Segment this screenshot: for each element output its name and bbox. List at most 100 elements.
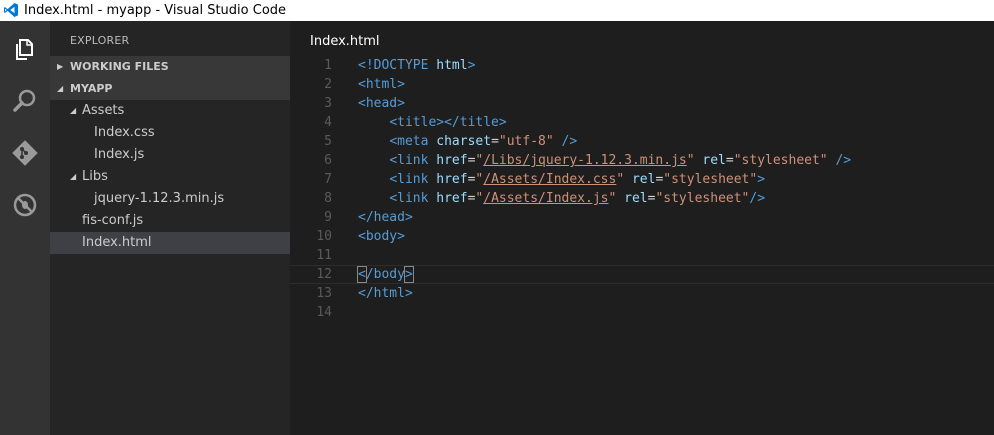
code-token: href: [436, 191, 468, 206]
line-number: 8: [324, 191, 332, 206]
code-line[interactable]: 14: [290, 303, 994, 322]
code-line[interactable]: 5 <meta charset="utf-8" />: [290, 132, 994, 151]
code-line[interactable]: 9 </head>: [290, 208, 994, 227]
code-token: <meta: [389, 134, 429, 149]
tree-folder-assets[interactable]: ◢ Assets: [50, 100, 290, 122]
code-token: "stylesheet": [663, 172, 758, 187]
code-token: "stylesheet": [655, 191, 750, 206]
code-token: rel: [702, 153, 726, 168]
vscode-logo-icon: [4, 3, 18, 17]
working-files-section[interactable]: ▶ WORKING FILES: [50, 56, 290, 78]
files-icon[interactable]: [11, 36, 39, 64]
code-token: /Assets/Index.js: [483, 191, 609, 206]
chevron-right-icon: ▶: [57, 62, 64, 71]
tree-item-label: Index.js: [94, 147, 145, 162]
code-token: <html>: [358, 77, 405, 92]
code-token: <body>: [358, 229, 405, 244]
code-token: charset: [436, 134, 492, 149]
code-token: />: [835, 153, 852, 168]
git-icon[interactable]: [11, 139, 39, 167]
line-number: 9: [324, 210, 332, 225]
code-line[interactable]: 3 <head>: [290, 94, 994, 113]
code-token: <link: [389, 153, 429, 168]
line-number: 2: [324, 77, 332, 92]
code-text: </body>: [357, 266, 414, 283]
tree-file-index-html[interactable]: Index.html: [50, 232, 290, 254]
explorer-sidebar: EXPLORER ▶ WORKING FILES ◢ MYAPP ◢ Asset…: [50, 21, 290, 435]
code-text: <link href="/Assets/Index.js" rel="style…: [358, 189, 765, 208]
code-token: <link: [389, 191, 429, 206]
code-token: >: [757, 172, 766, 187]
bracket-match: <: [357, 266, 367, 283]
search-icon[interactable]: [11, 87, 39, 115]
code-text: <link href="/Assets/Index.css" rel="styl…: [358, 170, 765, 189]
code-line[interactable]: 8 <link href="/Assets/Index.js" rel="sty…: [290, 189, 994, 208]
editor-tab-title[interactable]: Index.html: [310, 34, 380, 49]
code-line[interactable]: 11: [290, 246, 994, 265]
code-token: /body: [365, 267, 405, 282]
code-token: />: [561, 134, 578, 149]
code-token: <!DOCTYPE: [358, 58, 429, 73]
code-line[interactable]: 13 </html>: [290, 284, 994, 303]
code-token: >: [467, 58, 476, 73]
code-line[interactable]: 2 <html>: [290, 75, 994, 94]
line-number: 6: [324, 153, 332, 168]
code-token: rel: [624, 191, 648, 206]
code-token: rel: [631, 172, 656, 187]
code-token: "utf-8": [498, 134, 554, 149]
code-token: ": [686, 153, 695, 168]
line-number: 1: [324, 58, 332, 73]
bracket-match: >: [403, 266, 414, 283]
tree-file-fis-conf[interactable]: fis-conf.js: [50, 210, 290, 232]
code-line[interactable]: 1 <!DOCTYPE html>: [290, 56, 994, 75]
tree-item-label: fis-conf.js: [82, 213, 144, 228]
tree-file-index-css[interactable]: Index.css: [50, 122, 290, 144]
code-line[interactable]: 7 <link href="/Assets/Index.css" rel="st…: [290, 170, 994, 189]
code-token: href: [436, 172, 468, 187]
tree-file-index-js[interactable]: Index.js: [50, 144, 290, 166]
activity-bar: [0, 21, 50, 435]
code-line[interactable]: 4 <title></title>: [290, 113, 994, 132]
chevron-down-icon: ◢: [70, 106, 77, 115]
code-text: <link href="/Libs/jquery-1.12.3.min.js" …: [358, 151, 851, 170]
project-label: MYAPP: [70, 82, 113, 95]
code-text: <title></title>: [358, 113, 506, 132]
title-bar: Index.html - myapp - Visual Studio Code: [0, 0, 994, 21]
code-text: </head>: [358, 208, 413, 227]
code-token: "stylesheet": [733, 153, 828, 168]
project-section[interactable]: ◢ MYAPP: [50, 78, 290, 100]
code-token: /Assets/Index.css: [483, 172, 617, 187]
code-text: </html>: [358, 284, 413, 303]
code-token: /Libs/jquery-1.12.3.min.js: [483, 153, 687, 168]
working-files-label: WORKING FILES: [70, 60, 169, 73]
code-token: <link: [389, 172, 429, 187]
tree-item-label: Index.css: [94, 125, 155, 140]
code-token: html: [436, 58, 468, 73]
code-token: ": [616, 172, 625, 187]
code-line[interactable]: 12 </body>: [290, 265, 994, 284]
code-token: </html>: [358, 286, 413, 301]
code-line[interactable]: 6 <link href = "/Libs/jquery-1.12.3.min.js…: [290, 151, 994, 170]
code-line[interactable]: 10 <body>: [290, 227, 994, 246]
tree-item-label: Assets: [82, 103, 125, 118]
code-editor[interactable]: Index.html 1 <!DOCTYPE html> 2 <html> 3 <head…: [290, 21, 994, 435]
code-text: <head>: [358, 94, 405, 113]
debug-icon[interactable]: [11, 191, 39, 219]
tree-file-jquery[interactable]: jquery-1.12.3.min.js: [50, 188, 290, 210]
explorer-header: EXPLORER: [70, 34, 130, 47]
tree-item-label: Index.html: [82, 235, 152, 250]
line-number: 11: [316, 248, 332, 263]
tree-folder-libs[interactable]: ◢ Libs: [50, 166, 290, 188]
tree-item-label: jquery-1.12.3.min.js: [94, 191, 225, 206]
code-text: <html>: [358, 75, 405, 94]
code-text: <!DOCTYPE html>: [358, 56, 475, 75]
line-number: 5: [324, 134, 332, 149]
code-token: =: [491, 134, 499, 149]
code-token: />: [749, 191, 766, 206]
